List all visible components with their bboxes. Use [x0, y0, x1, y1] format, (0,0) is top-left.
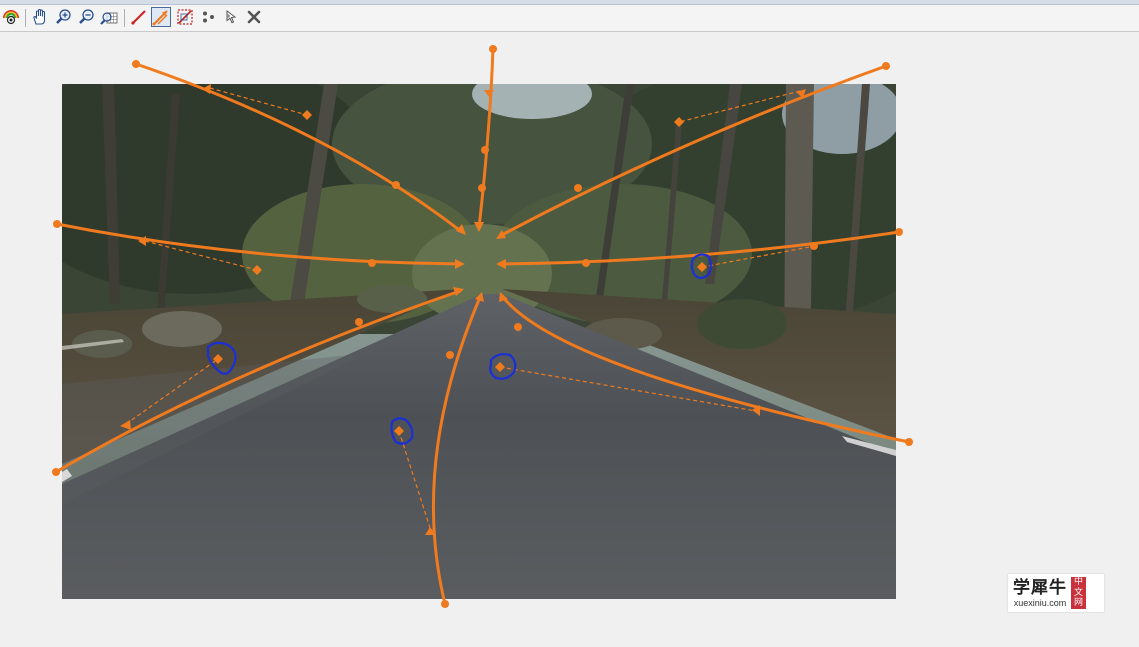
- control-point[interactable]: [905, 438, 913, 446]
- watermark-badge: 中 文 网: [1071, 577, 1086, 609]
- cursor-node-icon[interactable]: [221, 7, 241, 27]
- control-point[interactable]: [895, 228, 903, 236]
- zoom-out-icon[interactable]: [76, 7, 96, 27]
- control-point[interactable]: [441, 600, 449, 608]
- pan-hand-icon[interactable]: [30, 7, 50, 27]
- control-point[interactable]: [392, 181, 400, 189]
- control-point[interactable]: [368, 259, 376, 267]
- toolbar: [0, 5, 1139, 32]
- road-photo: [62, 84, 896, 599]
- watermark-logo: 学犀牛 xuexiniu.com 中 文 网: [1008, 574, 1104, 612]
- control-point[interactable]: [53, 220, 61, 228]
- control-point[interactable]: [478, 184, 486, 192]
- close-icon[interactable]: [244, 7, 264, 27]
- control-point[interactable]: [489, 45, 497, 53]
- control-point[interactable]: [582, 259, 590, 267]
- toolbar-separator: [25, 9, 26, 27]
- control-point[interactable]: [52, 468, 60, 476]
- erase-line-icon[interactable]: [175, 7, 195, 27]
- toolbar-separator: [124, 9, 125, 27]
- zoom-in-icon[interactable]: [53, 7, 73, 27]
- control-point[interactable]: [355, 318, 363, 326]
- control-point[interactable]: [132, 60, 140, 68]
- control-point[interactable]: [514, 323, 522, 331]
- zoom-fit-icon[interactable]: [99, 7, 119, 27]
- control-point[interactable]: [882, 62, 890, 70]
- view-mode-icon[interactable]: [1, 7, 21, 27]
- watermark-url: xuexiniu.com: [1013, 597, 1067, 608]
- draw-line-icon[interactable]: [129, 7, 149, 27]
- badge-char: 文: [1073, 587, 1083, 598]
- watermark-chinese-text: 学犀牛: [1013, 577, 1067, 598]
- badge-char: 中: [1073, 577, 1083, 588]
- perspective-arrows-icon[interactable]: [151, 7, 171, 27]
- control-point[interactable]: [574, 184, 582, 192]
- control-point[interactable]: [481, 146, 489, 154]
- control-point[interactable]: [446, 351, 454, 359]
- badge-char: 网: [1073, 598, 1083, 609]
- node-points-icon[interactable]: [198, 7, 218, 27]
